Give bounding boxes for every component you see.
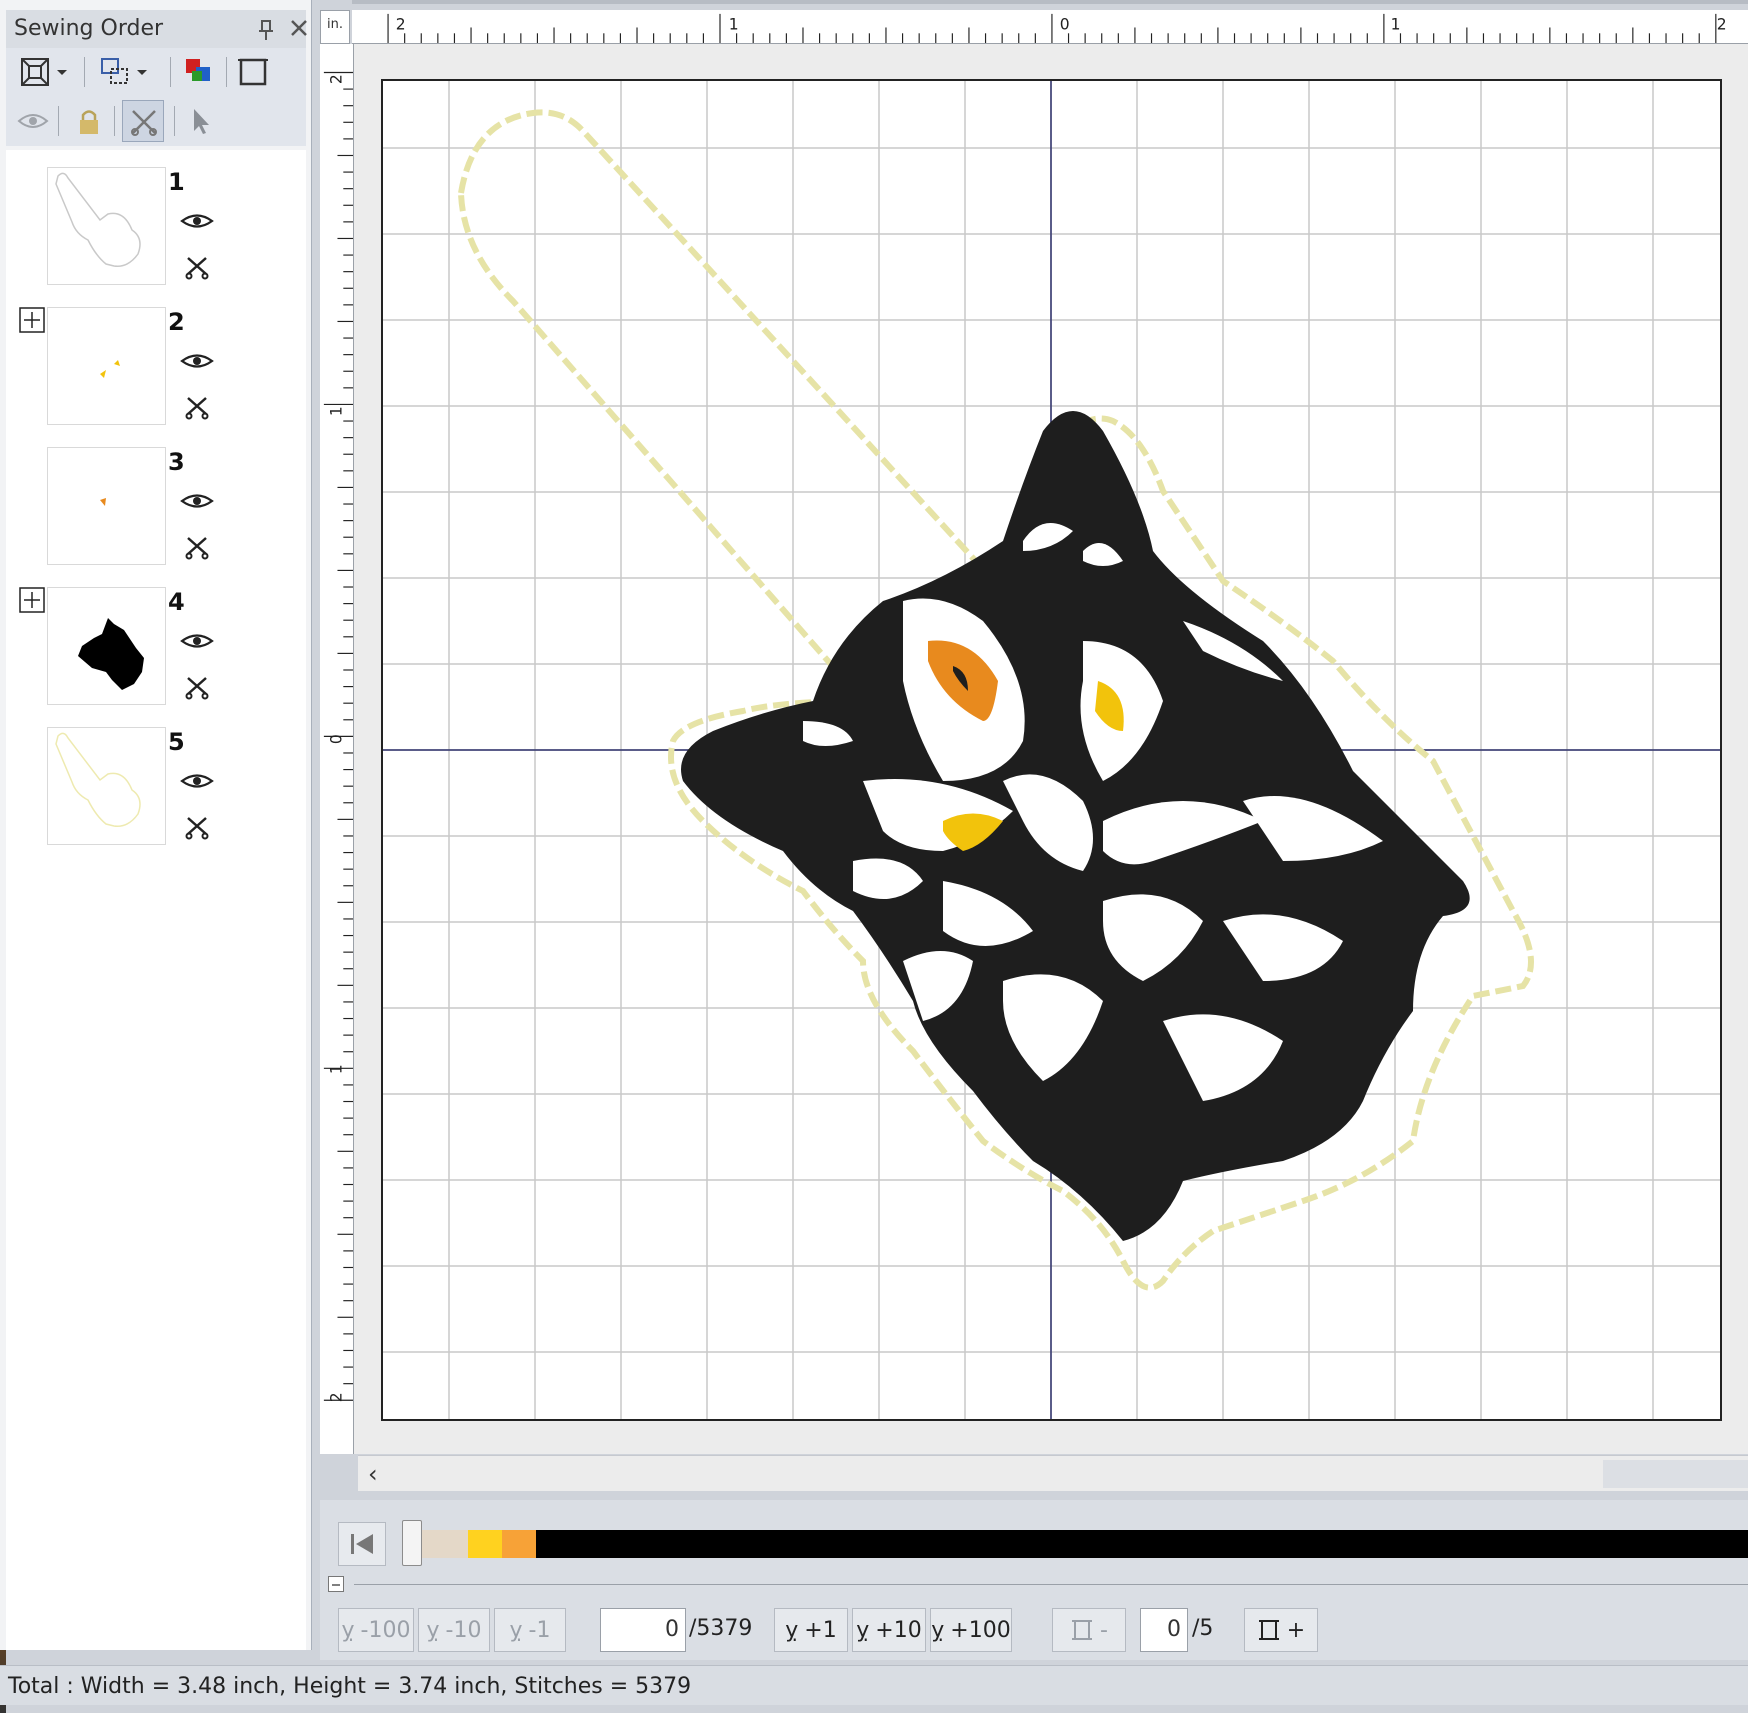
needle-icon: ỵ <box>785 1617 799 1643</box>
thread-color-segment <box>468 1530 502 1558</box>
ruler-label: 2 <box>327 74 345 84</box>
scissors-icon[interactable] <box>184 674 210 700</box>
thread-color-segment <box>502 1530 536 1558</box>
stitch-plus-1-button[interactable]: ỵ +1 <box>774 1608 848 1652</box>
ruler-label: 2 <box>1717 15 1727 33</box>
stitch-position-input[interactable]: 0 <box>600 1608 686 1652</box>
ruler-label: 1 <box>1391 15 1401 33</box>
needle-icon: ỵ <box>341 1617 355 1643</box>
expand-icon[interactable] <box>19 587 45 613</box>
sewing-order-list: 1 2 3 4 5 <box>6 150 306 1650</box>
embroidery-design[interactable] <box>383 81 1720 1419</box>
fit-view-icon[interactable] <box>18 55 52 89</box>
eye-icon[interactable] <box>180 210 214 232</box>
group-objects-icon[interactable] <box>98 55 132 89</box>
horizontal-scrollbar[interactable]: ‹ <box>358 1455 1748 1491</box>
panel-title-bar: Sewing Order <box>6 10 307 48</box>
thumbnail-item-5[interactable] <box>47 727 166 845</box>
thumbnail-item-4[interactable] <box>47 587 166 705</box>
scissors-icon <box>131 110 157 136</box>
stitch-minus-1-button[interactable]: ỵ -1 <box>494 1608 566 1652</box>
ruler-label: 1 <box>327 406 345 416</box>
color-position-input[interactable]: 0 <box>1140 1608 1188 1652</box>
eye-icon[interactable] <box>180 350 214 372</box>
color-prev-button[interactable]: - <box>1052 1608 1126 1652</box>
chevron-down-icon[interactable] <box>134 55 150 89</box>
go-to-first-button[interactable] <box>338 1522 386 1566</box>
needle-icon: ỵ <box>931 1617 945 1643</box>
ruler-label: 2 <box>396 15 406 33</box>
panel-title: Sewing Order <box>14 16 164 41</box>
eye-icon[interactable] <box>180 490 214 512</box>
scissors-icon[interactable] <box>184 254 210 280</box>
ruler-label: 1 <box>327 1064 345 1074</box>
design-summary: Total : Width = 3.48 inch, Height = 3.74… <box>8 1674 692 1699</box>
spool-icon <box>1072 1620 1093 1640</box>
expand-icon[interactable] <box>19 307 45 333</box>
scrollbar-thumb[interactable] <box>1603 1460 1748 1488</box>
spool-icon <box>1258 1620 1279 1640</box>
stitch-minus-10-button[interactable]: ỵ -10 <box>418 1608 490 1652</box>
stitch-plus-100-button[interactable]: ỵ +100 <box>930 1608 1012 1652</box>
stitch-plus-10-button[interactable]: ỵ +10 <box>852 1608 926 1652</box>
thumbnail-item-3[interactable] <box>47 447 166 565</box>
lock-icon[interactable] <box>72 104 106 138</box>
item-number: 1 <box>168 168 185 196</box>
eye-icon[interactable] <box>180 630 214 652</box>
ruler-label: 1 <box>729 15 739 33</box>
chevron-down-icon[interactable] <box>54 55 70 89</box>
scroll-left-arrow-icon[interactable]: ‹ <box>368 1460 394 1488</box>
item-number: 2 <box>168 308 185 336</box>
color-sort-icon[interactable] <box>182 55 216 89</box>
close-icon[interactable] <box>288 16 310 40</box>
stitch-slider-handle[interactable] <box>402 1520 422 1566</box>
item-number: 5 <box>168 728 185 756</box>
ruler-label: 2 <box>327 1392 345 1402</box>
thread-color-segment <box>420 1530 468 1558</box>
item-number: 3 <box>168 448 185 476</box>
top-border <box>352 0 1748 4</box>
item-number: 4 <box>168 588 185 616</box>
eye-icon[interactable] <box>16 104 50 138</box>
needle-icon: ỵ <box>426 1617 440 1643</box>
eye-icon[interactable] <box>180 770 214 792</box>
ruler-label: 0 <box>327 734 345 744</box>
ruler-label: 0 <box>1060 15 1070 33</box>
skip-back-icon <box>351 1534 373 1554</box>
needle-icon: ỵ <box>509 1617 523 1643</box>
divider <box>354 1584 1748 1585</box>
stitch-progress-track[interactable] <box>420 1530 1748 1558</box>
scissors-icon[interactable] <box>184 534 210 560</box>
status-bar: Total : Width = 3.48 inch, Height = 3.74… <box>0 1665 1748 1705</box>
vertical-ruler: 2 1 0 1 2 <box>320 44 354 1454</box>
stitch-total: /5379 <box>689 1616 753 1641</box>
pin-icon[interactable] <box>256 18 276 42</box>
horizontal-ruler: 2 1 0 1 2 <box>352 10 1748 44</box>
collapse-icon[interactable] <box>328 1576 344 1592</box>
stitch-navigator: ỵ -100 ỵ -10 ỵ -1 0 /5379 ỵ +1 ỵ +10 ỵ +100 - … <box>320 1500 1748 1660</box>
ruler-unit-corner: in. <box>320 10 350 44</box>
color-total: /5 <box>1192 1616 1214 1641</box>
scissors-toggle-button[interactable] <box>122 100 164 142</box>
hoop-icon[interactable] <box>236 55 270 89</box>
thumbnail-item-2[interactable] <box>47 307 166 425</box>
select-arrow-icon[interactable] <box>184 104 218 138</box>
stitch-minus-100-button[interactable]: ỵ -100 <box>338 1608 414 1652</box>
sewing-order-panel: Sewing Order 1 2 3 4 5 <box>0 0 312 1650</box>
panel-toolbar-bottom <box>6 96 306 146</box>
thumbnail-item-1[interactable] <box>47 167 166 285</box>
hoop-workspace[interactable] <box>381 79 1722 1421</box>
ruler-unit: in. <box>327 17 343 32</box>
scissors-icon[interactable] <box>184 814 210 840</box>
color-next-button[interactable]: + <box>1244 1608 1318 1652</box>
panel-toolbar-top <box>6 48 306 96</box>
needle-icon: ỵ <box>856 1617 870 1643</box>
scissors-icon[interactable] <box>184 394 210 420</box>
